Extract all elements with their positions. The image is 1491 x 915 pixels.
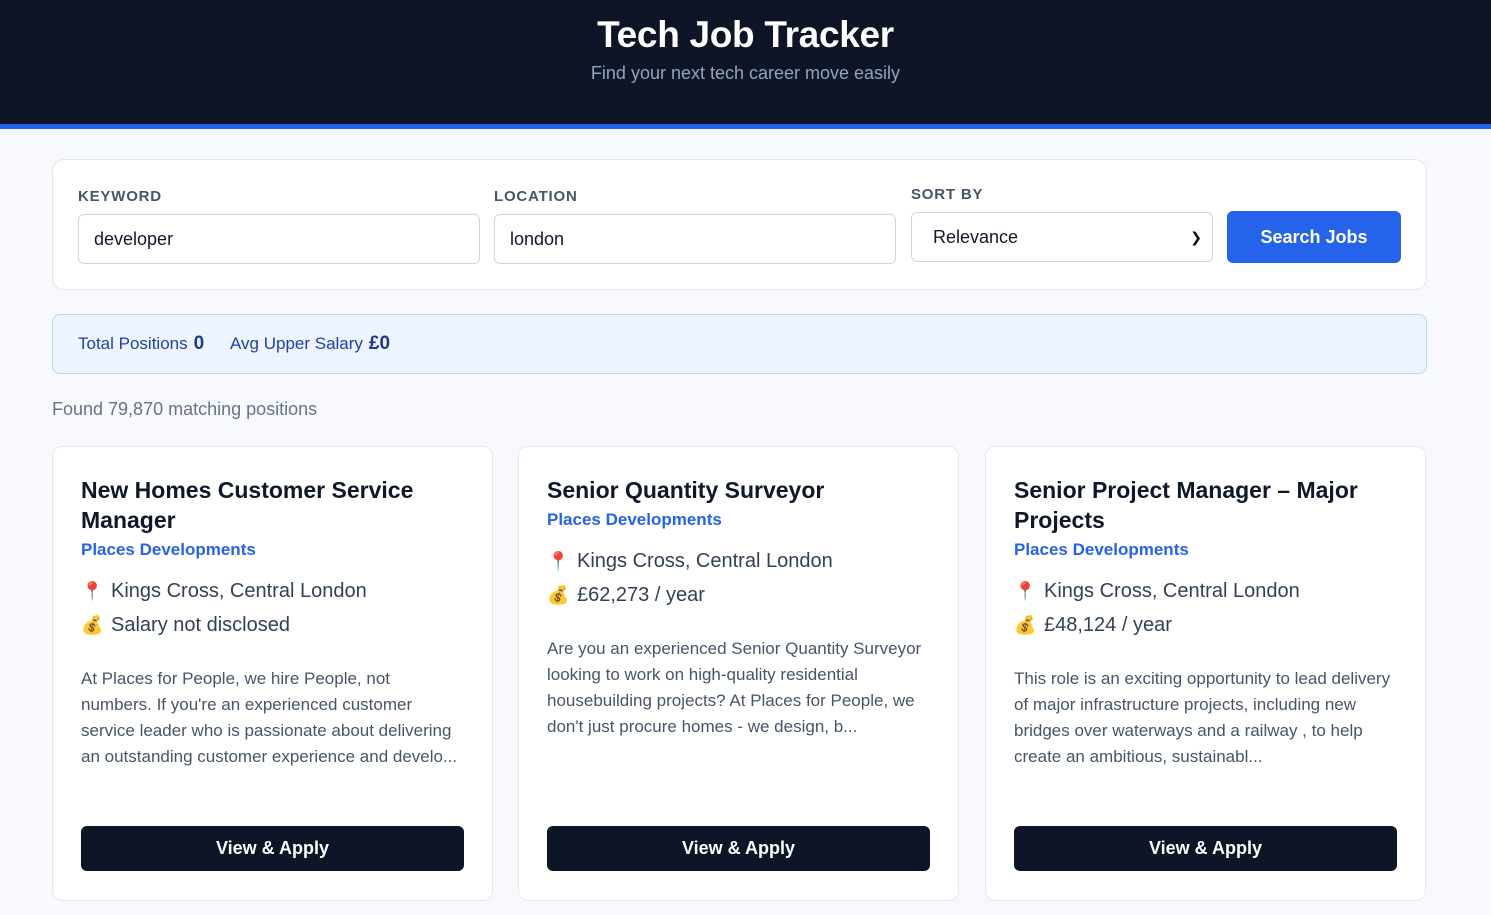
total-positions-label: Total Positions [78, 334, 188, 353]
job-company: Places Developments [547, 510, 722, 529]
job-meta: 📍 Kings Cross, Central London 💰 £62,273 / … [547, 544, 930, 612]
job-salary: Salary not disclosed [111, 614, 290, 636]
location-label: LOCATION [494, 188, 578, 205]
job-company: Places Developments [81, 540, 256, 559]
job-meta: 📍 Kings Cross, Central London 💰 £48,124 / … [1014, 574, 1397, 642]
map-pin-icon: 📍 [81, 581, 104, 601]
job-card: Senior Quantity Surveyor Places Developm… [518, 446, 959, 901]
job-title: New Homes Customer Service Manager [81, 477, 414, 533]
keyword-label: KEYWORD [78, 188, 162, 205]
results-count: Found 79,870 matching positions [52, 399, 318, 419]
chevron-down-icon: ❯ [1190, 229, 1202, 245]
keyword-input[interactable]: developer [78, 214, 480, 264]
money-bag-icon: 💰 [81, 615, 104, 635]
job-location: Kings Cross, Central London [111, 580, 367, 602]
search-jobs-button[interactable]: Search Jobs [1227, 211, 1401, 263]
keyword-field-group: KEYWORD developer [78, 188, 480, 264]
job-salary: £62,273 / year [577, 584, 705, 606]
job-company: Places Developments [1014, 540, 1189, 559]
avg-salary-label: Avg Upper Salary [230, 334, 363, 353]
map-pin-icon: 📍 [1014, 581, 1037, 601]
location-field-group: LOCATION london [494, 188, 896, 264]
money-bag-icon: 💰 [547, 585, 570, 605]
job-location: Kings Cross, Central London [1044, 580, 1300, 602]
sort-select[interactable]: Relevance ❯ [911, 212, 1213, 262]
map-pin-icon: 📍 [547, 551, 570, 571]
location-input[interactable]: london [494, 214, 896, 264]
sort-field-group: SORT BY Relevance ❯ [911, 186, 1213, 262]
job-title: Senior Quantity Surveyor [547, 477, 825, 503]
money-bag-icon: 💰 [1014, 615, 1037, 635]
job-location: Kings Cross, Central London [577, 550, 833, 572]
job-meta: 📍 Kings Cross, Central London 💰 Salary not… [81, 574, 464, 642]
app-title: Tech Job Tracker [597, 14, 894, 55]
job-title: Senior Project Manager – Major Projects [1014, 477, 1358, 533]
stats-bar: Total Positions 0 Avg Upper Salary £0 [52, 314, 1427, 374]
app-header: Tech Job Tracker Find your next tech car… [0, 0, 1491, 129]
job-description: This role is an exciting opportunity to … [1014, 669, 1391, 766]
sort-select-value: Relevance [933, 227, 1019, 247]
view-apply-button[interactable]: View & Apply [1014, 826, 1397, 871]
sort-label: SORT BY [911, 186, 984, 203]
job-card: Senior Project Manager – Major Projects … [985, 446, 1426, 901]
search-panel: KEYWORD developer LOCATION london SORT B… [52, 159, 1427, 290]
total-positions-value: 0 [193, 333, 205, 354]
job-card: New Homes Customer Service Manager Place… [52, 446, 493, 901]
job-description: Are you an experienced Senior Quantity S… [547, 639, 922, 736]
view-apply-button[interactable]: View & Apply [547, 826, 930, 871]
app-subtitle: Find your next tech career move easily [590, 63, 901, 83]
view-apply-button[interactable]: View & Apply [81, 826, 464, 871]
job-salary: £48,124 / year [1044, 614, 1172, 636]
avg-salary-value: £0 [368, 333, 391, 354]
job-description: At Places for People, we hire People, no… [81, 669, 458, 766]
